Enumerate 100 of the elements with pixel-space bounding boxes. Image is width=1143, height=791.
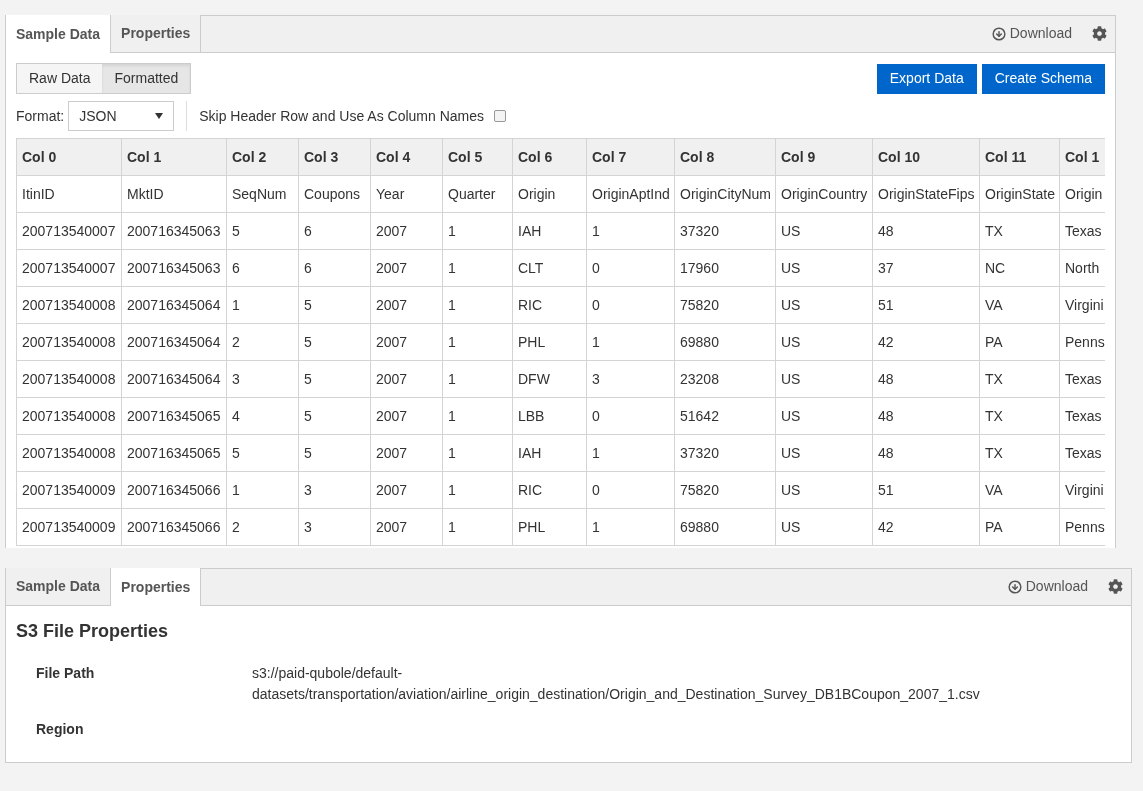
table-cell: PHL [512, 323, 587, 361]
table-cell: 75820 [674, 286, 776, 324]
table-cell: Year [370, 175, 443, 213]
table-cell: 0 [586, 286, 675, 324]
table-cell: OriginAptInd [586, 175, 675, 213]
table-cell: 2007 [370, 471, 443, 509]
table-cell: 3 [226, 360, 299, 398]
table-cell: 23208 [674, 360, 776, 398]
table-cell: VA [979, 286, 1060, 324]
table-cell: 1 [442, 323, 513, 361]
table-cell: 1 [586, 508, 675, 546]
table-cell: 200716345065 [121, 397, 227, 435]
dropdown-caret-icon [155, 113, 164, 119]
table-cell: 200716345066 [121, 471, 227, 509]
table-cell: 1 [442, 249, 513, 287]
table-cell: 5 [298, 434, 371, 472]
view-toggle[interactable]: Raw Data [17, 64, 103, 93]
table-cell: US [775, 397, 873, 435]
tab[interactable]: Sample Data [6, 568, 112, 605]
column-header: Col 11 [979, 138, 1060, 176]
table-cell: 75820 [674, 471, 776, 509]
table-cell: 6 [226, 249, 299, 287]
table-cell: 6 [298, 212, 371, 250]
table-cell: 3 [298, 508, 371, 546]
action-button[interactable]: Create Schema [981, 63, 1105, 94]
format-select[interactable]: JSON [68, 101, 175, 131]
table-cell: IAH [512, 212, 587, 250]
table-cell: 200713540009 [16, 508, 122, 546]
skip-header-label: Skip Header Row and Use As Column Names [199, 106, 485, 126]
table-cell: 200716345065 [121, 434, 227, 472]
table-cell: 2007 [370, 286, 443, 324]
table-cell: 200713540008 [16, 397, 122, 435]
table-cell: US [775, 286, 873, 324]
table-cell: 2007 [370, 212, 443, 250]
table-cell: 51642 [674, 397, 776, 435]
table-cell: 51 [872, 286, 980, 324]
table-cell: 1 [226, 286, 299, 324]
table-cell: NC [979, 249, 1060, 287]
settings-icon[interactable] [1092, 26, 1107, 41]
table-cell: 200713540008 [16, 323, 122, 361]
table-cell: 2007 [370, 249, 443, 287]
table-cell: 4 [226, 397, 299, 435]
tab[interactable]: Sample Data [6, 15, 112, 53]
table-cell: 1 [442, 212, 513, 250]
skip-header-checkbox[interactable] [494, 110, 507, 122]
table-cell: 1 [442, 360, 513, 398]
format-label: Format: [16, 106, 65, 126]
table-cell: TX [979, 212, 1060, 250]
table-cell: 2 [226, 508, 299, 546]
table-cell: 1 [586, 434, 675, 472]
tab[interactable]: Properties [111, 568, 202, 606]
column-header: Col 6 [512, 138, 587, 176]
table-cell: OriginState [979, 175, 1060, 213]
table-cell: RIC [512, 286, 587, 324]
action-button[interactable]: Export Data [876, 63, 977, 94]
table-cell: 0 [586, 397, 675, 435]
table-cell: 51 [872, 471, 980, 509]
table-cell: 200716345063 [121, 249, 227, 287]
table-cell: 3 [586, 360, 675, 398]
table-cell: PHL [512, 508, 587, 546]
table-cell: 5 [298, 286, 371, 324]
table-cell: 1 [586, 323, 675, 361]
column-header: Col 1 [1059, 138, 1105, 176]
table-cell: OriginCountry [775, 175, 873, 213]
table-cell: 42 [872, 323, 980, 361]
table-cell: 5 [298, 360, 371, 398]
download-link[interactable]: Download [1007, 576, 1088, 597]
table-cell: 200716345063 [121, 212, 227, 250]
table-cell: 1 [442, 397, 513, 435]
table-cell: US [775, 212, 873, 250]
table-cell: ItinID [16, 175, 122, 213]
table-cell: 5 [298, 397, 371, 435]
table-cell: 2007 [370, 323, 443, 361]
view-toggle[interactable]: Formatted [102, 64, 191, 93]
download-link[interactable]: Download [991, 23, 1072, 44]
table-cell: 1 [442, 508, 513, 546]
settings-icon[interactable] [1108, 579, 1123, 594]
table-cell: IAH [512, 434, 587, 472]
table-cell: 1 [442, 471, 513, 509]
table-cell: 42 [872, 508, 980, 546]
table-cell: US [775, 360, 873, 398]
table-cell: 48 [872, 212, 980, 250]
table-cell: 200716345066 [121, 508, 227, 546]
table-cell: 200716345064 [121, 360, 227, 398]
table-cell: CLT [512, 249, 587, 287]
column-header: Col 5 [442, 138, 513, 176]
tab[interactable]: Properties [111, 15, 202, 52]
table-cell: PA [979, 508, 1060, 546]
table-cell: US [775, 471, 873, 509]
table-cell: 1 [586, 212, 675, 250]
table-cell: 37320 [674, 212, 776, 250]
table-cell: 200716345064 [121, 323, 227, 361]
table-cell: 5 [226, 212, 299, 250]
table-cell: PA [979, 323, 1060, 361]
table-cell: 48 [872, 397, 980, 435]
column-header: Col 0 [16, 138, 122, 176]
column-header: Col 2 [226, 138, 299, 176]
table-cell: 37 [872, 249, 980, 287]
table-cell: 48 [872, 360, 980, 398]
table-cell: 1 [226, 471, 299, 509]
